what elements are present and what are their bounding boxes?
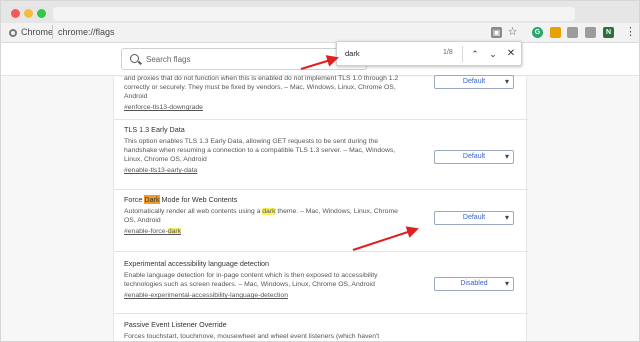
find-bar: dark 1/8 ⌃ ⌄ ✕ <box>336 41 522 66</box>
flags-list: and proxies that do not function when th… <box>113 75 528 341</box>
flag-description-text: Automatically render all web contents us… <box>124 208 263 215</box>
flag-description-text: theme. – Mac, Windows, Linux, Chrome <box>275 208 398 215</box>
flag-description-line: This option enables TLS 1.3 Early Data, … <box>124 138 379 145</box>
divider <box>114 189 528 190</box>
divider <box>114 251 528 252</box>
flag-description-line: Enable language detection for in-page co… <box>124 272 378 279</box>
flag-row-tls13-early-data: TLS 1.3 Early Data This option enables T… <box>124 125 518 175</box>
extension-icon[interactable] <box>567 27 578 38</box>
flag-link[interactable]: #enable-tls13-early-data <box>124 166 518 175</box>
find-separator <box>462 46 463 62</box>
page-icon[interactable]: ▣ <box>491 27 502 38</box>
flag-description-line: correctly or securely. They must be fixe… <box>124 84 396 91</box>
divider <box>114 313 528 314</box>
flag-title: Force Dark Mode for Web Contents <box>124 195 518 204</box>
flags-page: Search flags and proxies that do not fun… <box>1 41 639 341</box>
bookmark-star-icon[interactable]: ☆ <box>507 27 518 38</box>
tab-strip[interactable] <box>53 7 575 21</box>
find-match-active: Dark <box>144 195 160 204</box>
flag-description-line: Linux, Chrome OS, Android <box>124 156 207 163</box>
find-match-count: 1/8 <box>443 49 453 56</box>
omnibox-scheme-label: Chrome <box>21 27 54 37</box>
close-window-button[interactable] <box>11 9 20 18</box>
flag-row-tls13-downgrade: and proxies that do not function when th… <box>124 71 518 112</box>
find-match: dark <box>167 228 182 235</box>
omnibox[interactable]: Chrome chrome://flags ▣ ☆ G N ⋮ <box>1 23 639 43</box>
flag-title-text: Force <box>124 195 145 204</box>
search-placeholder: Search flags <box>146 55 191 64</box>
flag-select[interactable]: Default <box>434 211 514 225</box>
flag-description: This option enables TLS 1.3 Early Data, … <box>124 137 404 164</box>
find-input[interactable]: dark <box>345 49 360 58</box>
maximize-window-button[interactable] <box>37 9 46 18</box>
flag-row-passive-listener: Passive Event Listener Override Forces t… <box>124 320 518 341</box>
omnibox-url[interactable]: chrome://flags <box>58 27 115 37</box>
flag-select[interactable]: Disabled <box>434 277 514 291</box>
extension-icon[interactable] <box>550 27 561 38</box>
flag-link[interactable]: #enable-experimental-accessibility-langu… <box>124 291 518 300</box>
flag-link-text: #enable-force- <box>124 228 168 235</box>
flag-title: TLS 1.3 Early Data <box>124 125 185 134</box>
title-bar <box>1 1 639 23</box>
find-match: dark <box>262 208 276 215</box>
flag-description-line: OS, Android <box>124 217 161 224</box>
browser-window: Chrome chrome://flags ▣ ☆ G N ⋮ Search f… <box>0 0 640 342</box>
find-next-button[interactable]: ⌄ <box>486 47 500 61</box>
flag-description: Forces touchstart, touchmove, mousewheel… <box>124 332 404 341</box>
flag-description-line: technologies such as screen readers. – M… <box>124 281 375 288</box>
flag-description-line: Android <box>124 93 148 100</box>
flag-description: Enable language detection for in-page co… <box>124 271 414 289</box>
flag-description-line: and proxies that do not function when th… <box>124 75 399 82</box>
flag-description-line: Forces touchstart, touchmove, mousewheel… <box>124 333 380 340</box>
flag-description: Automatically render all web contents us… <box>124 207 404 225</box>
flag-description: and proxies that do not function when th… <box>124 74 404 101</box>
flag-link[interactable]: #enable-force-dark <box>124 227 518 236</box>
search-input[interactable]: Search flags <box>121 48 367 70</box>
flag-title-text: Mode for Web Contents <box>159 195 238 204</box>
flag-select[interactable]: Default <box>434 75 514 89</box>
extension-icon[interactable]: N <box>603 27 614 38</box>
flag-description-line: handshake when resuming a connection to … <box>124 147 396 154</box>
minimize-window-button[interactable] <box>24 9 33 18</box>
find-previous-button[interactable]: ⌃ <box>468 47 482 61</box>
divider <box>114 119 528 120</box>
flag-title: Experimental accessibility language dete… <box>124 259 270 268</box>
flag-select[interactable]: Default <box>434 150 514 164</box>
omnibox-separator <box>52 25 53 39</box>
flag-link[interactable]: #enforce-tls13-downgrade <box>124 103 518 112</box>
flag-row-force-dark: Force Dark Mode for Web Contents Automat… <box>124 195 518 236</box>
flag-row-language-detection: Experimental accessibility language dete… <box>124 259 518 300</box>
menu-icon[interactable]: ⋮ <box>625 26 636 38</box>
search-icon <box>130 54 139 63</box>
chrome-icon <box>9 29 17 37</box>
flag-title: Passive Event Listener Override <box>124 320 227 329</box>
flag-description-line: Automatically render all web contents us… <box>124 207 404 216</box>
extension-icon[interactable] <box>585 27 596 38</box>
find-close-button[interactable]: ✕ <box>504 47 518 61</box>
grammarly-extension-icon[interactable]: G <box>532 27 543 38</box>
